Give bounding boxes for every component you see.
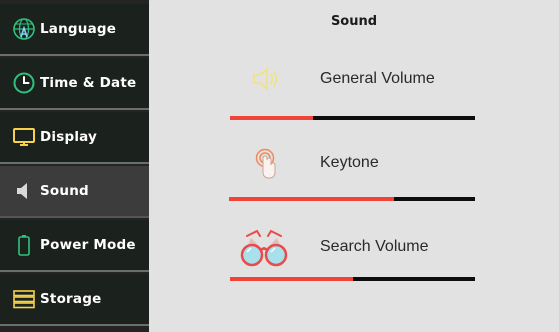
sidebar-item-display[interactable]: Display [0, 112, 149, 164]
sidebar-item-label: Sound [40, 183, 89, 199]
globe-a-icon [12, 17, 36, 41]
storage-icon [12, 287, 36, 311]
sidebar-item-label: Time & Date [40, 75, 137, 91]
search-volume-label: Search Volume [320, 238, 429, 255]
keytone-slider[interactable] [229, 197, 475, 201]
sidebar-item-sound[interactable]: Sound [0, 166, 149, 218]
general-volume-slider[interactable] [230, 116, 475, 120]
sound-settings-panel: Sound General Volume Keytone Search Volu… [149, 0, 559, 332]
keytone-label: Keytone [320, 154, 379, 171]
keytone-slider-fill [229, 197, 394, 201]
sidebar-item-label: Display [40, 129, 98, 145]
sidebar-item-language[interactable]: Language [0, 4, 149, 56]
speaker-volume-icon [251, 64, 281, 98]
binoculars-icon [239, 228, 289, 272]
clock-icon [12, 71, 36, 95]
monitor-icon [12, 125, 36, 149]
sidebar-item-label: Language [40, 21, 117, 37]
page-title: Sound [330, 14, 378, 29]
sidebar-item-storage[interactable]: Storage [0, 274, 149, 326]
search-volume-slider[interactable] [230, 277, 475, 281]
general-volume-label: General Volume [320, 70, 435, 87]
sidebar-item-label: Storage [40, 291, 102, 307]
sidebar-item-power-mode[interactable]: Power Mode [0, 220, 149, 272]
sidebar: Language Time & Date Display Sound Power… [0, 0, 149, 332]
speaker-icon [12, 179, 36, 203]
battery-icon [12, 233, 36, 257]
general-volume-slider-fill [230, 116, 314, 120]
sidebar-item-label: Power Mode [40, 237, 136, 253]
sidebar-item-time-date[interactable]: Time & Date [0, 58, 149, 110]
touch-finger-icon [253, 148, 281, 184]
search-volume-slider-fill [230, 277, 353, 281]
